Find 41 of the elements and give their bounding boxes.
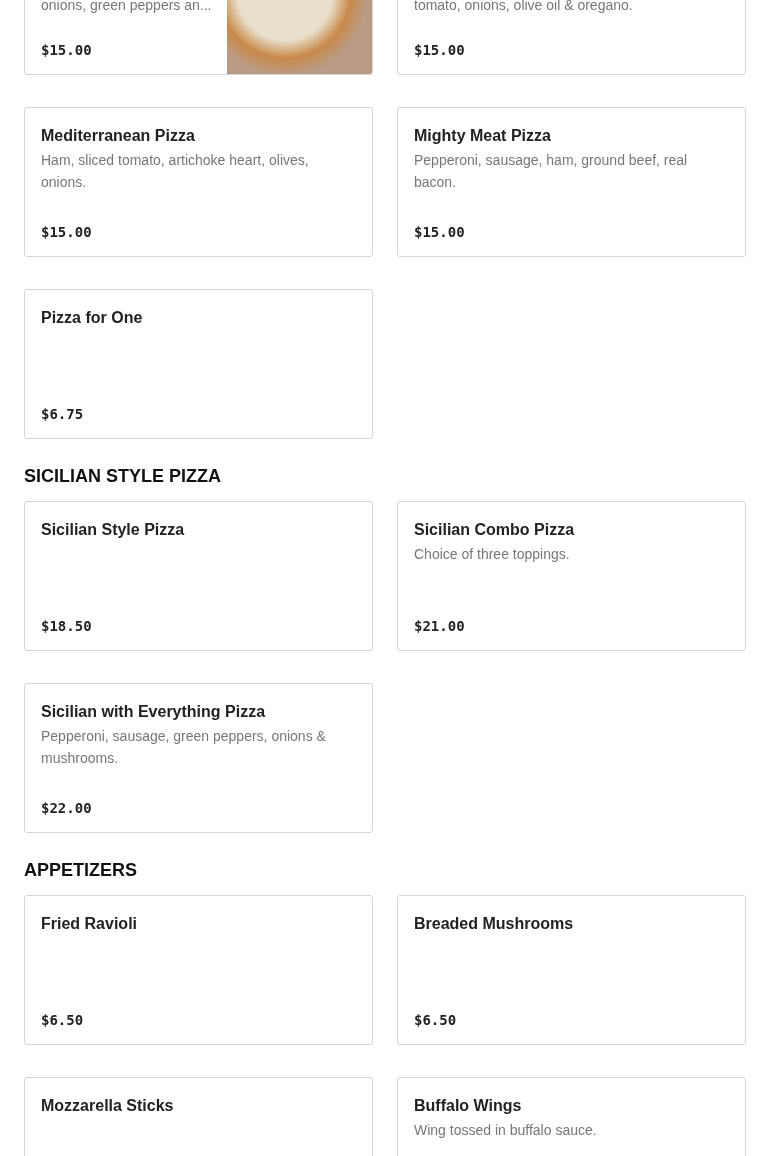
item-description: tomato, onions, olive oil & oregano. [414,0,634,15]
menu-item-card[interactable]: Mediterranean Pizza Ham, sliced tomato, artichoke heart, olives, onions. $15.00 [24,107,373,257]
item-price: $22.00 [41,800,93,816]
menu-item-card[interactable]: Pizza for One $6.75 [24,289,373,439]
menu-item-card[interactable]: Breaded Mushrooms $6.50 [397,895,746,1045]
item-title: Mozzarella Sticks [41,1096,175,1116]
menu-item-card[interactable]: Sicilian with Everything Pizza Pepperoni, sausage, green peppers, onions & mushrooms. $22.00 [24,683,373,833]
item-title: Sicilian Combo Pizza [414,520,576,540]
menu-item-card[interactable]: Fried Ravioli $6.50 [24,895,373,1045]
menu-item-card[interactable]: Mozzarella Sticks [24,1077,373,1156]
item-title: Sicilian Style Pizza [41,520,186,540]
menu-item-card[interactable]: Sicilian Style Pizza $18.50 [24,501,373,651]
item-description: Ham, sliced tomato, artichoke heart, olives, onions. [41,151,310,192]
section-heading: SICILIAN STYLE PIZZA [24,465,222,487]
item-description: Pepperoni, sausage, ham, ground beef, real bacon. [414,151,689,192]
menu-item-card[interactable]: tomato, onions, olive oil & oregano. $15.00 [397,0,746,75]
menu-item-card[interactable]: Buffalo Wings Wing tossed in buffalo sauce. [397,1077,746,1156]
item-description: onions, green peppers an... [41,0,213,15]
item-price: $15.00 [414,42,466,58]
section-heading: APPETIZERS [24,859,139,881]
menu-item-card[interactable]: Mighty Meat Pizza Pepperoni, sausage, ham, ground beef, real bacon. $15.00 [397,107,746,257]
item-title: Sicilian with Everything Pizza [41,702,267,722]
menu-item-card[interactable]: onions, green peppers an... $15.00 [24,0,373,75]
item-price: $18.50 [41,618,93,634]
item-title: Mighty Meat Pizza [414,126,552,146]
item-price: $6.50 [41,1012,85,1028]
item-price: $6.50 [414,1012,458,1028]
item-title: Pizza for One [41,308,144,328]
item-title: Breaded Mushrooms [414,914,575,934]
item-price: $21.00 [414,618,466,634]
item-price: $15.00 [41,224,93,240]
item-price: $15.00 [414,224,466,240]
item-title: Buffalo Wings [414,1096,523,1116]
item-price: $6.75 [41,406,85,422]
item-title: Fried Ravioli [41,914,139,934]
item-description: Choice of three toppings. [414,545,571,564]
item-price: $15.00 [41,42,93,58]
item-title: Mediterranean Pizza [41,126,196,146]
item-description: Wing tossed in buffalo sauce. [414,1121,598,1140]
menu-item-card[interactable]: Sicilian Combo Pizza Choice of three toppings. $21.00 [397,501,746,651]
item-description: Pepperoni, sausage, green peppers, onions & mushrooms. [41,727,327,768]
